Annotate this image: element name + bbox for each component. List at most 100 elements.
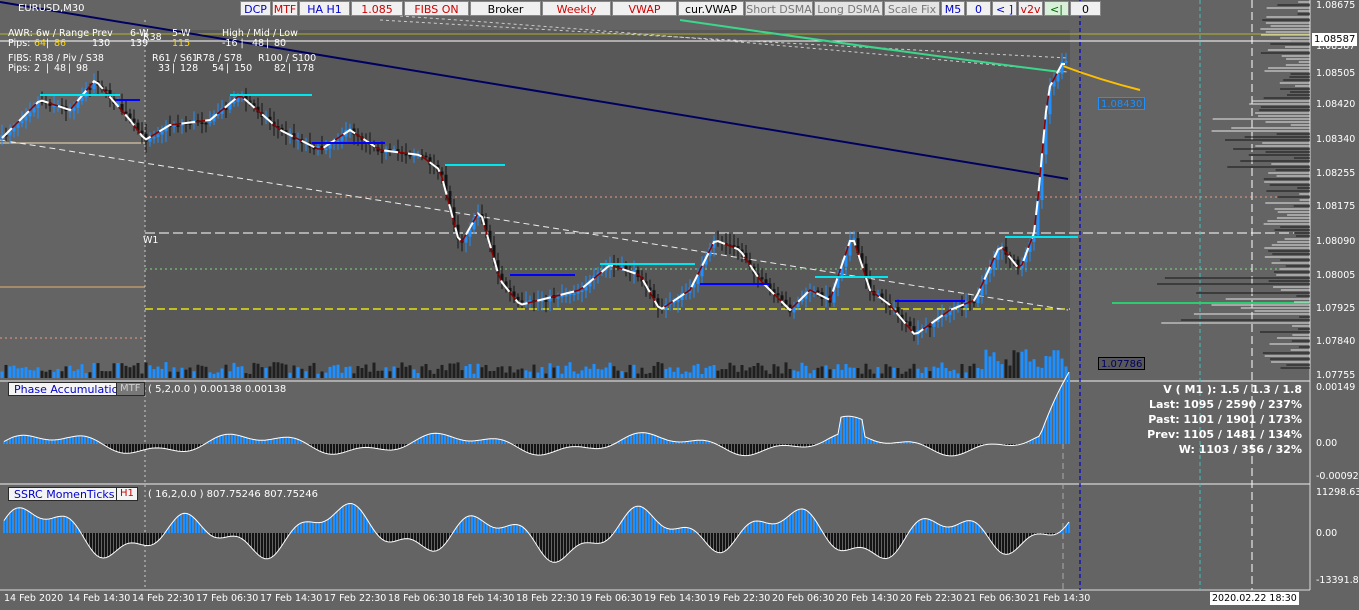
mt4-chart-window[interactable]: EURUSD,M30 DCP MTF HA H1 1.085 FIBS ON Broker… <box>0 0 1359 610</box>
volume-bar <box>544 373 548 378</box>
volume-bar <box>416 373 420 378</box>
volume-bar <box>996 361 1000 378</box>
volume-bar <box>448 363 452 378</box>
ssrc-momenticks-params: ( 16,2,0.0 ) 807.75246 807.75246 <box>148 489 319 500</box>
volume-bar <box>1052 350 1056 378</box>
volume-bar <box>124 365 128 378</box>
ssrc-momenticks-h1-tag[interactable]: H1 <box>116 487 138 501</box>
volume-bar <box>896 367 900 378</box>
volume-bar <box>512 372 516 378</box>
volume-bar <box>464 366 468 378</box>
toolbar-button-0-13[interactable]: 0 <box>966 1 991 16</box>
time-tick: 19 Feb 22:30 <box>708 593 771 604</box>
volume-bar <box>808 373 812 378</box>
volume-bar <box>176 371 180 378</box>
volume-bar <box>532 364 536 378</box>
volume-bar <box>272 362 276 378</box>
volume-bar <box>860 373 864 378</box>
toolbar-button-cur-vwap-8[interactable]: cur.VWAP <box>678 1 744 16</box>
price-chart-canvas[interactable] <box>0 0 1359 610</box>
phase-accumulation-mtf-tag[interactable]: MTF <box>116 382 145 396</box>
volume-bar <box>1056 350 1060 378</box>
volume-bar <box>452 363 456 378</box>
candle <box>568 293 572 296</box>
candle <box>944 315 948 317</box>
volume-bar <box>180 367 184 378</box>
volume-bar <box>968 366 972 378</box>
volume-bar <box>984 349 988 378</box>
volume-bar <box>500 366 504 378</box>
volume-bar <box>1016 352 1020 378</box>
volume-bar <box>352 373 356 378</box>
toolbar-button-vwap-7[interactable]: VWAP <box>612 1 677 16</box>
candle <box>176 125 180 127</box>
candle <box>1064 61 1068 63</box>
toolbar-button-1-085-3[interactable]: 1.085 <box>351 1 403 16</box>
toolbar-button-m5-12[interactable]: M5 <box>941 1 965 16</box>
volume-bar <box>116 363 120 378</box>
volume-bar <box>1040 367 1044 378</box>
volume-bar <box>676 367 680 378</box>
fibs-pips-row: Pips: 2 | 48 | 98 33 | 128 54 | 150 82 | 178 <box>8 63 315 74</box>
volume-bar <box>668 367 672 378</box>
volume-bar <box>104 371 108 378</box>
price-tick: 1.08340 <box>1316 134 1356 145</box>
toolbar-button-short-dsma-9[interactable]: Short DSMA <box>745 1 813 16</box>
price-tick: 1.07925 <box>1316 303 1356 314</box>
toolbar-button-ha-h1-2[interactable]: HA H1 <box>299 1 350 16</box>
volume-bar <box>48 369 52 378</box>
candle <box>576 291 580 294</box>
volume-bar <box>508 366 512 378</box>
volume-bar <box>700 373 704 378</box>
toolbar-button-broker-5[interactable]: Broker <box>470 1 541 16</box>
volume-bar <box>312 362 316 378</box>
volume-bar <box>1060 358 1064 378</box>
volume-bar <box>28 369 32 378</box>
toolbar-button--16[interactable]: <| <box>1044 1 1069 16</box>
toolbar-button--14[interactable]: < ] <box>992 1 1017 16</box>
toolbar-button-dcp-0[interactable]: DCP <box>240 1 271 16</box>
volume-bar <box>620 371 624 378</box>
toolbar-button-mtf-1[interactable]: MTF <box>272 1 298 16</box>
panel2-axis-top: 11298.63 <box>1316 487 1359 498</box>
price-label-lower: 1.07786 <box>1098 357 1146 370</box>
panel-separator <box>0 380 1310 382</box>
time-tick: 18 Feb 22:30 <box>516 593 579 604</box>
toolbar-button-long-dsma-10[interactable]: Long DSMA <box>814 1 883 16</box>
volume-bar <box>708 366 712 378</box>
volume-bar <box>768 373 772 378</box>
volume-bar <box>1024 349 1028 378</box>
volume-bar <box>640 367 644 378</box>
toolbar-button-scale-fix-11[interactable]: Scale Fix <box>884 1 940 16</box>
volume-bar <box>1008 365 1012 378</box>
toolbar-button-fibs-on-4[interactable]: FIBS ON <box>404 1 469 16</box>
volume-bar <box>16 368 20 378</box>
phase-accumulation-label[interactable]: Phase Accumulation <box>8 382 132 396</box>
toolbar-button-0-17[interactable]: 0 <box>1070 1 1101 16</box>
volume-bar <box>348 366 352 378</box>
volume-bar <box>1012 350 1016 378</box>
volume-bar <box>12 365 16 378</box>
ssrc-momenticks-label[interactable]: SSRC MomenTicks <box>8 487 121 501</box>
volume-bar <box>780 373 784 378</box>
volume-bar <box>368 371 372 378</box>
volume-bar <box>36 367 40 378</box>
volume-bar <box>384 367 388 378</box>
volume-bar <box>292 365 296 378</box>
volume-bar <box>980 369 984 378</box>
volume-bar <box>172 367 176 378</box>
price-tick: 1.07755 <box>1316 370 1356 381</box>
volume-bar <box>364 364 368 378</box>
volume-bar <box>336 364 340 378</box>
toolbar-button-weekly-6[interactable]: Weekly <box>542 1 611 16</box>
volume-bar <box>228 371 232 378</box>
volume-bar <box>1048 356 1052 378</box>
volume-bar <box>888 366 892 378</box>
volume-bar <box>288 372 292 378</box>
candle <box>156 134 160 137</box>
volume-bar <box>380 370 384 378</box>
toolbar-button-v2v-15[interactable]: v2v <box>1018 1 1043 16</box>
time-tick: 14 Feb 2020 <box>4 593 64 604</box>
price-tick: 1.07840 <box>1316 336 1356 347</box>
volume-bar <box>764 370 768 378</box>
